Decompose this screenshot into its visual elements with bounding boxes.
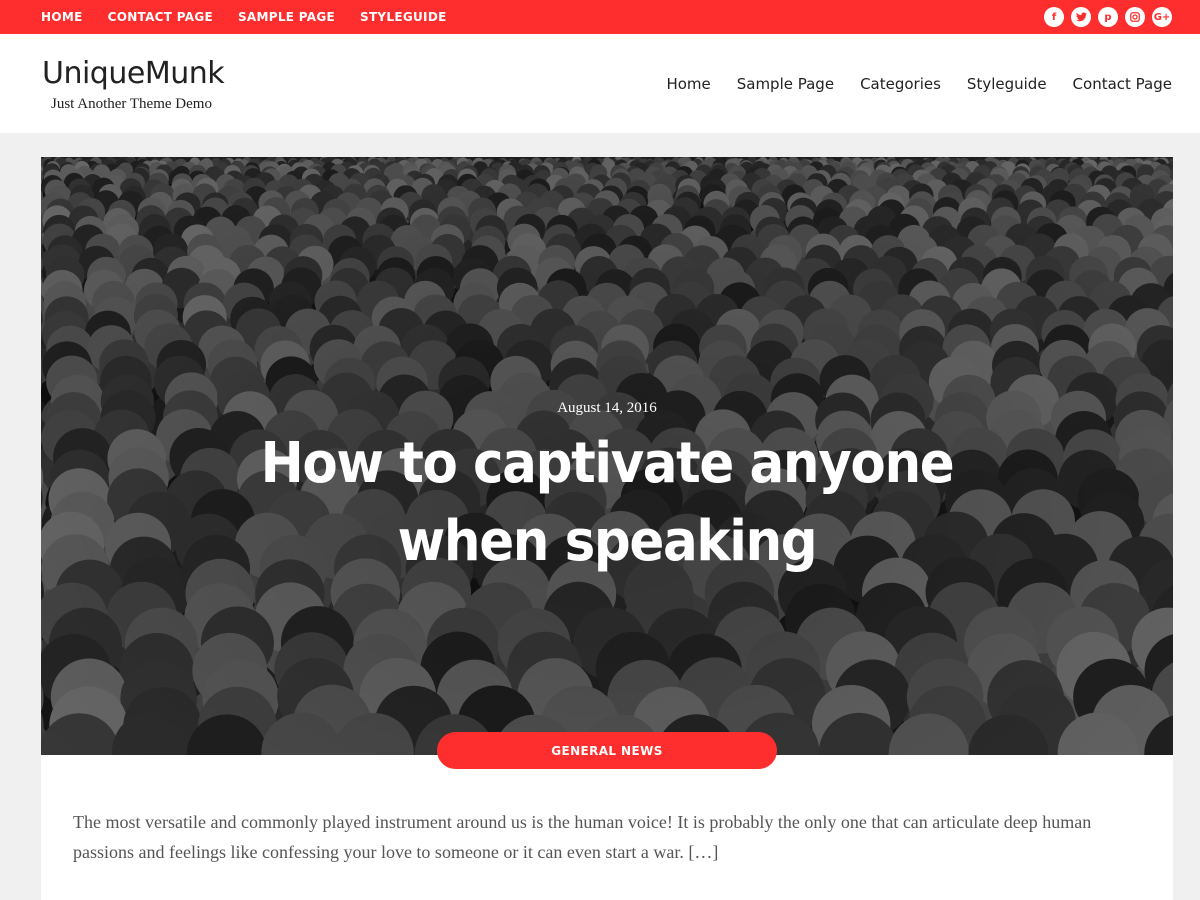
site-title[interactable]: UniqueMunk (42, 56, 225, 91)
main-nav: Home Sample Page Categories Styleguide C… (640, 75, 1172, 93)
top-bar: HOME CONTACT PAGE SAMPLE PAGE STYLEGUIDE… (0, 0, 1200, 34)
post-excerpt: The most versatile and commonly played i… (73, 812, 1092, 862)
top-nav-contact-page[interactable]: CONTACT PAGE (108, 10, 213, 24)
post-date[interactable]: August 14, 2016 (41, 400, 1173, 417)
site-header: UniqueMunk Just Another Theme Demo Home … (0, 34, 1200, 133)
twitter-icon[interactable] (1071, 7, 1091, 27)
instagram-icon[interactable] (1125, 7, 1145, 27)
post-card: The most versatile and commonly played i… (41, 755, 1173, 900)
featured-post-hero[interactable]: August 14, 2016 How to captivate anyone … (41, 157, 1173, 755)
facebook-icon[interactable]: f (1044, 7, 1064, 27)
top-nav-sample-page[interactable]: SAMPLE PAGE (238, 10, 335, 24)
top-nav-styleguide[interactable]: STYLEGUIDE (360, 10, 447, 24)
google-plus-icon[interactable]: G+ (1152, 7, 1172, 27)
pinterest-icon[interactable]: p (1098, 7, 1118, 27)
category-badge[interactable]: GENERAL NEWS (437, 732, 777, 769)
top-nav-home[interactable]: HOME (41, 10, 83, 24)
social-links: f p G+ (1044, 7, 1172, 27)
site-tagline: Just Another Theme Demo (51, 96, 212, 112)
main-nav-sample-page[interactable]: Sample Page (737, 75, 834, 93)
post-title[interactable]: How to captivate anyone when speaking (215, 425, 999, 581)
main-nav-contact-page[interactable]: Contact Page (1073, 75, 1172, 93)
main-nav-categories[interactable]: Categories (860, 75, 941, 93)
main-nav-styleguide[interactable]: Styleguide (967, 75, 1047, 93)
main-nav-home[interactable]: Home (666, 75, 710, 93)
top-nav: HOME CONTACT PAGE SAMPLE PAGE STYLEGUIDE (41, 10, 472, 24)
